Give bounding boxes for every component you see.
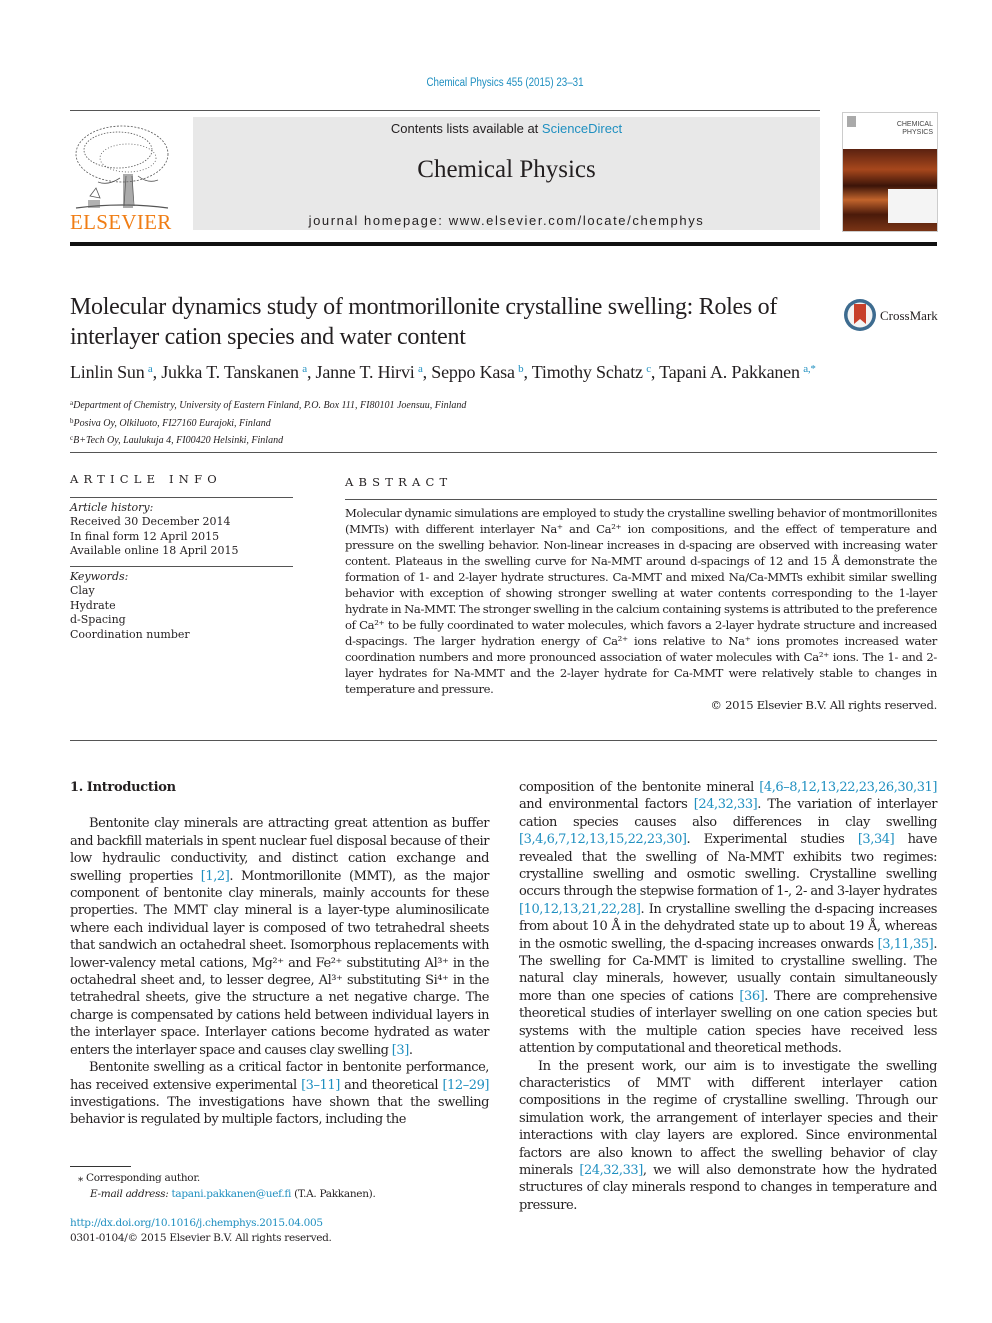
corresponding-author-footnote: ⁎ Corresponding author. E-mail address: … <box>78 1170 376 1202</box>
keyword-item: d-Spacing <box>70 613 126 626</box>
article-history-label: Article history: <box>70 500 154 514</box>
citation-link[interactable]: [3] <box>392 1043 410 1058</box>
abstract-text: Molecular dynamic simulations are employ… <box>345 506 937 696</box>
body-text: . Experimental studies <box>686 832 858 848</box>
keyword-item: Coordination number <box>70 627 190 641</box>
section-heading-introduction: 1. Introduction <box>70 780 176 795</box>
author-email-link[interactable]: tapani.pakkanen@uef.fi <box>171 1188 291 1200</box>
citation-link[interactable]: [12–29] <box>442 1078 489 1093</box>
affiliations: aDepartment of Chemistry, University of … <box>70 396 466 449</box>
journal-cover-thumbnail[interactable]: CHEMICAL PHYSICS <box>842 112 938 232</box>
header-bottom-rule <box>70 242 937 246</box>
body-column-right: composition of the bentonite mineral [4,… <box>519 779 937 1214</box>
abstract-rule <box>345 499 937 500</box>
sciencedirect-link[interactable]: ScienceDirect <box>542 121 622 136</box>
citation-link[interactable]: [10,12,13,21,22,28] <box>519 902 641 917</box>
doi-link[interactable]: http://dx.doi.org/10.1016/j.chemphys.201… <box>70 1216 332 1231</box>
body-text: . <box>408 1042 413 1058</box>
citation-link[interactable]: [3–11] <box>301 1078 340 1093</box>
cover-inset-figure <box>888 189 937 223</box>
abstract-heading: ABSTRACT <box>345 475 453 489</box>
affiliation-item: bPosiva Oy, Olkiluoto, FI27160 Eurajoki,… <box>70 414 466 432</box>
citation-link[interactable]: [36] <box>739 989 764 1004</box>
journal-homepage: journal homepage: www.elsevier.com/locat… <box>193 213 820 228</box>
citation-link[interactable]: [3,4,6,7,12,13,15,22,23,30] <box>519 832 687 847</box>
author-affiliation-mark[interactable]: a <box>418 363 423 375</box>
author-affiliation-mark[interactable]: a,* <box>803 363 816 375</box>
footnote-corresponding: Corresponding author. <box>86 1172 200 1184</box>
body-column-left: 1. Introduction Bentonite clay minerals … <box>70 779 489 1129</box>
body-text: and theoretical <box>339 1077 443 1093</box>
section-divider <box>70 452 937 453</box>
author-affiliation-mark[interactable]: a <box>302 363 307 375</box>
citation-link[interactable]: [4,6–8,12,13,22,23,26,30,31] <box>759 780 937 795</box>
article-info-panel: ARTICLE INFO Article history: Received 3… <box>70 472 293 642</box>
section-divider <box>70 740 937 741</box>
homepage-prefix: journal homepage: <box>308 213 449 228</box>
journal-title: Chemical Physics <box>417 156 596 183</box>
footnote-email-suffix: (T.A. Pakkanen). <box>291 1188 376 1200</box>
article-title: Molecular dynamics study of montmorillon… <box>70 294 778 350</box>
footnote-star: ⁎ <box>78 1172 83 1184</box>
author-name[interactable]: Tapani A. Pakkanen <box>659 362 800 382</box>
body-paragraph: Bentonite swelling as a critical factor … <box>70 1059 489 1129</box>
article-info-rule <box>70 496 293 498</box>
keywords-rule <box>70 565 293 567</box>
body-text: investigations. The investigations have … <box>70 1094 489 1128</box>
author-affiliation-mark[interactable]: b <box>518 363 524 375</box>
issn-copyright: 0301-0104/© 2015 Elsevier B.V. All right… <box>70 1232 332 1244</box>
author-name[interactable]: Janne T. Hirvi <box>316 362 415 382</box>
contents-prefix: Contents lists available at <box>390 121 542 136</box>
author-name[interactable]: Seppo Kasa <box>431 362 515 382</box>
history-final-form: In final form 12 April 2015 <box>70 529 220 543</box>
citation-link[interactable]: [3,34] <box>858 832 895 847</box>
citation-link[interactable]: [24,32,33] <box>694 797 758 812</box>
body-text: and environmental factors <box>519 797 694 813</box>
author-affiliation-mark[interactable]: a <box>148 363 153 375</box>
body-text: composition of the bentonite mineral <box>519 780 760 795</box>
body-text: In the present work, our aim is to inves… <box>519 1058 937 1178</box>
crossmark-label[interactable]: CrossMark <box>880 308 938 324</box>
contents-line: Contents lists available at ScienceDirec… <box>193 121 820 136</box>
cover-elsevier-mini-logo-icon <box>847 116 856 127</box>
header-top-rule <box>70 110 820 111</box>
history-received: Received 30 December 2014 <box>70 515 231 528</box>
citation-link[interactable]: [24,32,33] <box>579 1163 643 1178</box>
author-affiliation-mark[interactable]: c <box>646 363 651 375</box>
affiliation-text: B+Tech Oy, Laulukuja 4, FI00420 Helsinki… <box>73 435 284 446</box>
body-paragraph: composition of the bentonite mineral [4,… <box>519 779 937 1058</box>
author-name[interactable]: Linlin Sun <box>70 362 145 382</box>
homepage-url[interactable]: www.elsevier.com/locate/chemphys <box>449 213 705 228</box>
citation-link[interactable]: [1,2] <box>201 869 230 884</box>
cover-title-line1: CHEMICAL <box>896 121 933 128</box>
keyword-item: Clay <box>70 584 95 597</box>
affiliation-item: cB+Tech Oy, Laulukuja 4, FI00420 Helsink… <box>70 431 466 449</box>
body-paragraph: In the present work, our aim is to inves… <box>519 1058 937 1215</box>
author-list: Linlin Sun a, Jukka T. Tanskanen a, Jann… <box>70 362 816 382</box>
cover-title: CHEMICAL PHYSICS <box>897 121 933 137</box>
footnote-rule <box>70 1166 131 1167</box>
keyword-item: Hydrate <box>70 598 116 612</box>
affiliation-text: Department of Chemistry, University of E… <box>73 400 467 411</box>
article-footer: http://dx.doi.org/10.1016/j.chemphys.201… <box>70 1216 332 1246</box>
cover-title-line2: PHYSICS <box>902 129 933 136</box>
affiliation-item: aDepartment of Chemistry, University of … <box>70 396 466 414</box>
journal-reference[interactable]: Chemical Physics 455 (2015) 23–31 <box>76 77 935 89</box>
keywords-label: Keywords: <box>70 569 129 583</box>
body-paragraph: Bentonite clay minerals are attracting g… <box>70 815 489 1059</box>
author-name[interactable]: Timothy Schatz <box>532 362 643 382</box>
body-text: . Montmorillonite (MMT), as the major co… <box>70 868 489 1058</box>
affiliation-text: Posiva Oy, Olkiluoto, FI27160 Eurajoki, … <box>73 417 271 429</box>
citation-link[interactable]: [3,11,35] <box>878 937 934 952</box>
footnote-email-label: E-mail address: <box>90 1188 169 1200</box>
author-name[interactable]: Jukka T. Tanskanen <box>161 362 299 382</box>
elsevier-wordmark: ELSEVIER <box>70 210 172 234</box>
abstract-panel: ABSTRACT Molecular dynamic simulations a… <box>345 474 937 713</box>
crossmark-icon[interactable] <box>843 298 877 332</box>
history-available-online: Available online 18 April 2015 <box>70 544 239 557</box>
article-info-heading: ARTICLE INFO <box>70 472 222 486</box>
abstract-copyright: © 2015 Elsevier B.V. All rights reserved… <box>710 698 937 712</box>
